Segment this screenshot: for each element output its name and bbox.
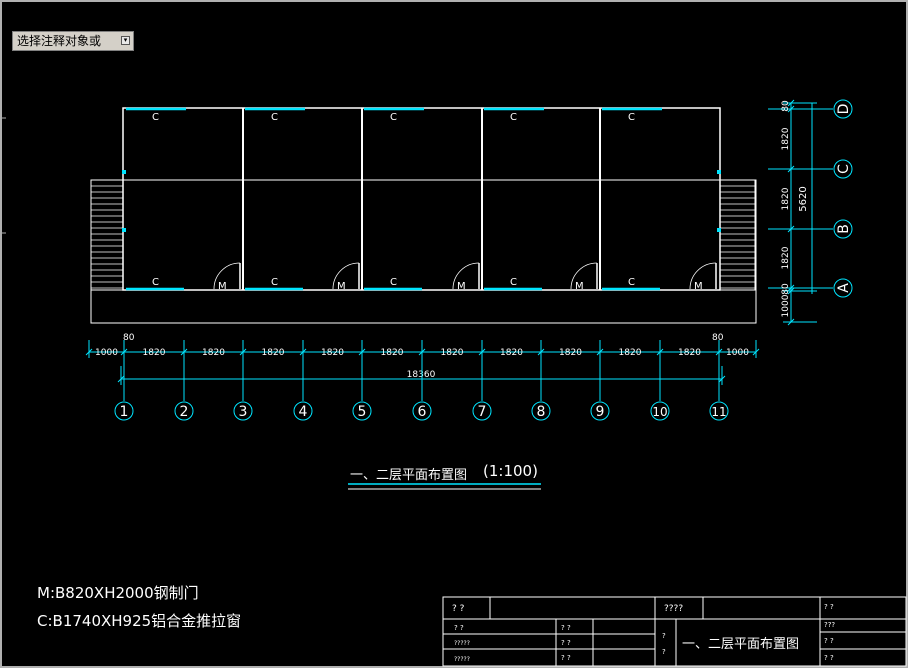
- command-prompt[interactable]: 选择注释对象或 ▾: [12, 31, 134, 51]
- right-dimension-chain: 10008018201820182080 5620: [781, 99, 817, 326]
- dim-text-right-total: 5620: [798, 186, 809, 211]
- floor-slab-outline: [90, 179, 757, 324]
- title-scale: (1:100): [483, 462, 538, 480]
- tb-cell: ? ?: [824, 603, 834, 611]
- axis-label: 2: [180, 404, 189, 420]
- axis-label: 11: [711, 405, 726, 419]
- axis-label: D: [836, 104, 852, 115]
- window-tag: C: [271, 277, 278, 288]
- command-prompt-text: 选择注释对象或: [17, 34, 102, 48]
- axis-label: 3: [239, 404, 248, 420]
- title-name: 一、二层平面布置图: [350, 468, 467, 483]
- wall-marker: [717, 228, 721, 232]
- dim-text: 1820: [678, 348, 701, 358]
- dim-text: 1820: [500, 348, 523, 358]
- wall-marker: [717, 170, 721, 174]
- drawing-title: 一、二层平面布置图 (1:100): [348, 462, 541, 490]
- door-tag: M: [457, 281, 466, 292]
- dim-text: 1820: [441, 348, 464, 358]
- axis-label: B: [836, 224, 852, 234]
- tb-cell: ?????: [454, 640, 470, 647]
- tb-cell: ? ?: [824, 654, 834, 662]
- dim-text: 1820: [262, 348, 285, 358]
- left-staircase: [90, 179, 124, 291]
- wall-marker: [122, 170, 126, 174]
- door-tag: M: [694, 281, 703, 292]
- window-tag: C: [390, 277, 397, 288]
- tb-cell: ????: [664, 604, 683, 614]
- dim-text: 1820: [321, 348, 344, 358]
- tb-cell: ? ?: [561, 624, 571, 632]
- building-outline: [122, 107, 721, 291]
- dim-text: 1820: [381, 348, 404, 358]
- dim-text: 80: [781, 283, 791, 295]
- axis-label: 10: [652, 405, 667, 419]
- wall-marker: [122, 228, 126, 232]
- dim-text: 1820: [781, 187, 791, 210]
- dim-text: 1820: [559, 348, 582, 358]
- right-staircase: [719, 179, 756, 291]
- cad-drawing-canvas[interactable]: C C M C C M C C M C C M C C M 80 80 18360 1000 1820 1820…: [0, 0, 908, 668]
- floor-plan: C C M C C M C C M C C M C C M: [90, 107, 757, 324]
- dim-text: 1820: [619, 348, 642, 358]
- window-tag: C: [271, 112, 278, 123]
- window-tag: C: [628, 277, 635, 288]
- axis-label: 1: [120, 404, 129, 420]
- tb-cell: ?: [662, 648, 666, 656]
- dim-text: 80: [781, 100, 791, 112]
- legend: M:B820XH2000钢制门 C:B1740XH925铝合金推拉窗: [37, 584, 241, 630]
- dropdown-arrow-icon[interactable]: ▾: [121, 36, 130, 45]
- stair-outline: [90, 179, 124, 291]
- tb-cell: ?????: [454, 656, 470, 663]
- window-tag: C: [390, 112, 397, 123]
- tb-cell: ? ?: [454, 624, 464, 632]
- window-tag: C: [510, 112, 517, 123]
- axis-label: 8: [537, 404, 546, 420]
- dim-text: 1820: [781, 246, 791, 269]
- stair-outline: [719, 179, 756, 291]
- axis-label: C: [836, 164, 852, 174]
- legend-window: C:B1740XH925铝合金推拉窗: [37, 612, 241, 630]
- dim-text: 1000: [781, 294, 791, 317]
- tb-cell: ???: [824, 621, 835, 629]
- tb-drawing-name: 一、二层平面布置图: [682, 637, 799, 652]
- dim-text: 1000: [95, 348, 118, 358]
- tb-cell: ? ?: [561, 639, 571, 647]
- window-tag: C: [628, 112, 635, 123]
- door-tag: M: [337, 281, 346, 292]
- dim-text: 1820: [781, 127, 791, 150]
- door-tag: M: [575, 281, 584, 292]
- window-tag: C: [152, 112, 159, 123]
- axis-label: 9: [596, 404, 605, 420]
- window-tag: C: [152, 277, 159, 288]
- dim-text-small-right: 80: [712, 333, 724, 343]
- legend-door: M:B820XH2000钢制门: [37, 584, 199, 602]
- dim-text-total: 18360: [407, 370, 436, 380]
- axis-label: A: [836, 283, 852, 293]
- viewport-frame: [0, 0, 908, 668]
- axis-label: 5: [358, 404, 367, 420]
- dim-text: 1000: [726, 348, 749, 358]
- dim-text: 1820: [202, 348, 225, 358]
- tb-cell: ?: [662, 632, 666, 640]
- dim-text-small-left: 80: [123, 333, 135, 343]
- window-tag: C: [510, 277, 517, 288]
- axis-label: 7: [478, 404, 487, 420]
- title-block: ? ? ???? ? ? ? ? ??? ? ? ? ? ? ? ????? ?…: [442, 596, 907, 667]
- axis-label: 6: [418, 404, 427, 420]
- axis-label: 4: [299, 404, 308, 420]
- door-tag: M: [218, 281, 227, 292]
- tb-cell: ? ?: [824, 637, 834, 645]
- tb-cell: ? ?: [452, 604, 465, 614]
- tb-cell: ? ?: [561, 654, 571, 662]
- dim-text: 1820: [143, 348, 166, 358]
